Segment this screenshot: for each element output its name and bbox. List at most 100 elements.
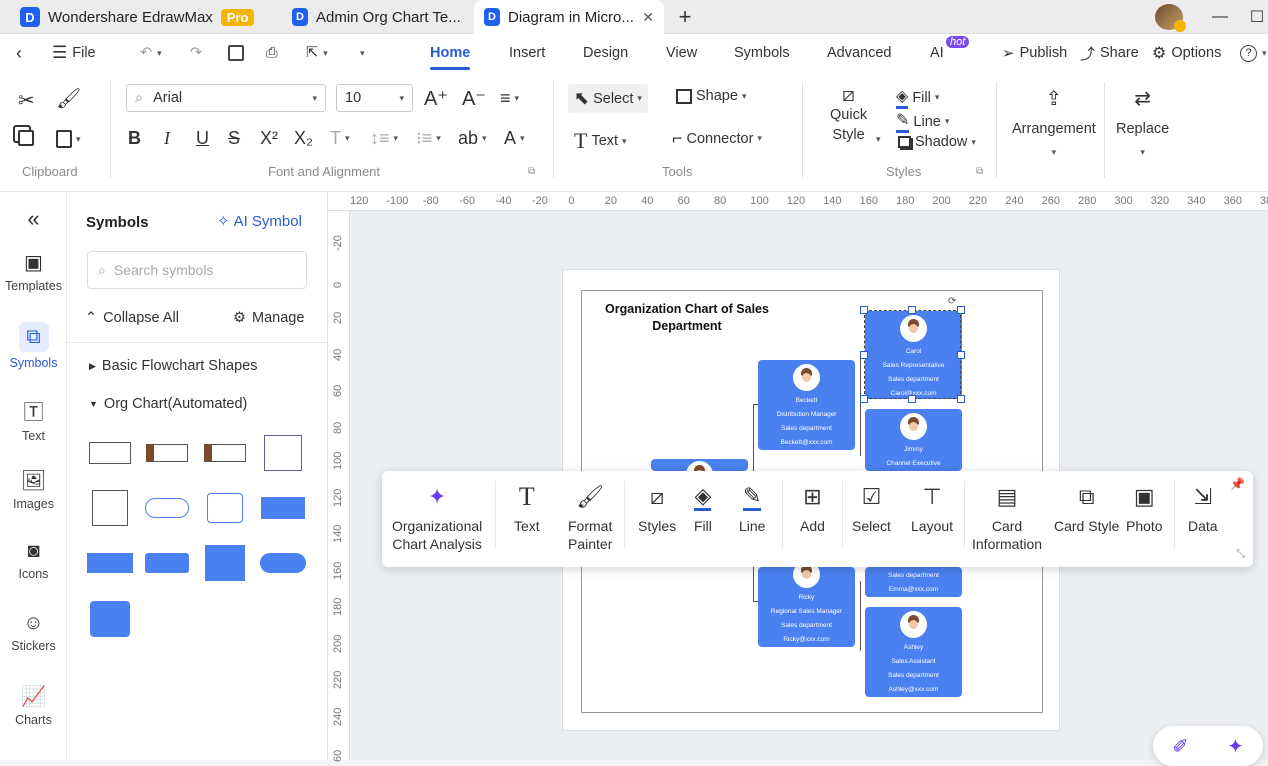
org-card-thumbnail[interactable] — [260, 432, 306, 474]
org-card-thumbnail[interactable] — [144, 542, 190, 584]
paste-icon[interactable]: ▾ — [56, 130, 81, 148]
text-highlight-button[interactable]: ab ▾ — [458, 128, 487, 149]
org-card-ricky[interactable]: Ricky Regional Sales Manager Sales depar… — [758, 561, 855, 647]
tab-edrawmax-home[interactable]: D Wondershare EdrawMax Pro — [10, 0, 268, 34]
org-card-emma[interactable]: Sales department Emma@xxx.com — [865, 567, 962, 597]
options-button[interactable]: ⚙ Options — [1152, 34, 1221, 72]
resize-handle[interactable] — [860, 395, 868, 403]
quick-style-dropdown-icon[interactable]: ▾ — [876, 134, 881, 145]
org-card-thumbnail[interactable] — [202, 542, 248, 584]
minimize-icon[interactable]: — — [1208, 0, 1232, 34]
subscript-icon[interactable]: X₂ — [294, 128, 313, 149]
rail-icons[interactable]: ◙ Icons — [0, 540, 67, 581]
rail-symbols[interactable]: ⧉ Symbols — [0, 322, 67, 370]
text-case-icon[interactable]: T ▾ — [330, 128, 350, 149]
back-icon[interactable]: ‹ — [16, 34, 22, 72]
tab-design[interactable]: Design — [583, 34, 628, 72]
bold-icon[interactable]: B — [128, 128, 141, 149]
italic-icon[interactable]: I — [164, 128, 170, 149]
underline-icon[interactable]: U — [196, 128, 209, 149]
search-symbols-input[interactable]: ⌕ Search symbols — [87, 251, 307, 289]
line-button[interactable]: ✎ Line — [739, 483, 765, 535]
arrangement-button[interactable]: ⇪ Arrangement ▾ — [1012, 86, 1096, 158]
ai-sparkle-icon[interactable]: ✦ — [1227, 734, 1244, 759]
tab-advanced[interactable]: Advanced — [827, 34, 892, 72]
copy-icon[interactable] — [18, 130, 34, 146]
rail-templates[interactable]: ▣ Templates — [0, 250, 67, 293]
redo-icon[interactable]: ↷ — [190, 34, 202, 72]
resize-handle[interactable] — [908, 395, 916, 403]
replace-button[interactable]: ⇄ Replace ▾ — [1116, 86, 1169, 158]
increase-font-icon[interactable]: A⁺ — [424, 86, 448, 111]
shadow-button[interactable]: Shadow ▾ — [898, 134, 976, 150]
superscript-icon[interactable]: X² — [260, 128, 278, 149]
print-icon[interactable]: ⎙ — [266, 34, 278, 72]
manage-button[interactable]: ⚙ Manage — [233, 310, 304, 326]
org-card-jimmy[interactable]: Jimmy Channel Executive — [865, 409, 962, 471]
new-tab-icon[interactable]: + — [672, 0, 698, 34]
cut-icon[interactable]: ✂ — [18, 88, 35, 113]
avatar[interactable] — [1152, 0, 1186, 34]
tab-insert[interactable]: Insert — [509, 34, 545, 72]
ai-brush-icon[interactable]: ✐ — [1172, 734, 1189, 759]
file-menu[interactable]: ☰ File — [52, 34, 96, 72]
tab-admin-org-chart[interactable]: D Admin Org Chart Te... — [282, 0, 472, 34]
resize-handle[interactable] — [860, 351, 868, 359]
font-family-select[interactable]: ⌕ Arial ▾ — [126, 84, 326, 112]
rail-stickers[interactable]: ☺ Stickers — [0, 612, 67, 653]
select-tool[interactable]: ⬉ Select ▾ — [568, 84, 648, 113]
rotate-handle-icon[interactable]: ⟳ — [948, 296, 956, 307]
section-basic-flowchart[interactable]: ▶ Basic Flowchart Shapes — [89, 358, 257, 374]
font-color-icon[interactable]: A ▾ — [504, 128, 525, 149]
line-button[interactable]: ✎ Line ▾ — [896, 110, 949, 133]
text-button[interactable]: T Text — [514, 483, 540, 535]
org-card-thumbnail[interactable] — [87, 598, 133, 640]
card-information-button[interactable]: ▤ Card Information — [972, 483, 1042, 553]
photo-button[interactable]: ▣ Photo — [1126, 483, 1163, 535]
quick-style-button[interactable]: ⧄ Quick Style — [830, 85, 867, 144]
org-card-beckett[interactable]: Beckett Distribution Manager Sales depar… — [758, 360, 855, 450]
collapse-panel-icon[interactable]: « — [0, 206, 67, 232]
connector-tool[interactable]: ⌐ Connector ▾ — [672, 128, 762, 149]
pin-icon[interactable]: 📌 — [1230, 477, 1245, 491]
resize-handle[interactable] — [957, 351, 965, 359]
format-painter-button[interactable]: 🖌 Format Painter — [568, 483, 612, 553]
collapse-all-button[interactable]: ⌃ Collapse All — [85, 310, 179, 326]
rail-images[interactable]: 🖼 Images — [0, 468, 67, 511]
close-tab-icon[interactable]: ✕ — [642, 9, 654, 26]
font-size-select[interactable]: 10 ▾ — [336, 84, 413, 112]
rail-text[interactable]: 🅃 Text — [0, 396, 67, 443]
org-card-thumbnail[interactable] — [144, 432, 190, 474]
undo-icon[interactable]: ↶ ▾ — [140, 34, 162, 72]
org-chart-analysis-button[interactable]: ✦ Organizational Chart Analysis — [392, 483, 482, 553]
line-spacing-icon[interactable]: ↕≡ ▾ — [370, 128, 398, 149]
share-button[interactable]: ⤴ Share — [1080, 34, 1139, 72]
align-icon[interactable]: ≡ ▾ — [500, 88, 519, 109]
strikethrough-icon[interactable]: S — [228, 128, 240, 149]
fill-button[interactable]: ◈ Fill ▾ — [896, 86, 939, 109]
add-button[interactable]: ⊞ Add — [800, 483, 825, 535]
text-tool[interactable]: T Text ▾ — [574, 128, 627, 154]
org-card-thumbnail[interactable] — [87, 487, 133, 529]
org-card-root[interactable] — [651, 459, 748, 488]
more-icon[interactable]: ▾ — [360, 34, 365, 72]
decrease-font-icon[interactable]: A⁻ — [462, 86, 486, 111]
org-card-thumbnail[interactable] — [202, 432, 248, 474]
resize-handle[interactable] — [860, 306, 868, 314]
fill-button[interactable]: ◈ Fill — [694, 483, 712, 535]
maximize-icon[interactable]: ☐ — [1246, 0, 1268, 34]
org-card-thumbnail[interactable] — [260, 487, 306, 529]
resize-handle[interactable] — [957, 306, 965, 314]
styles-button[interactable]: ⧄ Styles — [638, 483, 676, 535]
select-button[interactable]: ☑ Select — [852, 483, 891, 535]
org-card-thumbnail[interactable] — [87, 542, 133, 584]
data-button[interactable]: ⇲ Data — [1188, 483, 1218, 535]
publish-button[interactable]: ➢ Publish — [1002, 34, 1067, 72]
tab-ai[interactable]: AI hot — [930, 34, 970, 72]
org-card-thumbnail[interactable] — [144, 487, 190, 529]
shape-tool[interactable]: Shape ▾ — [676, 88, 746, 104]
org-card-thumbnail[interactable] — [202, 487, 248, 529]
tab-view[interactable]: View — [666, 34, 697, 72]
tab-diagram-active[interactable]: D Diagram in Micro... ✕ — [474, 0, 664, 34]
ai-symbol-button[interactable]: ✧ AI Symbol — [217, 212, 302, 231]
